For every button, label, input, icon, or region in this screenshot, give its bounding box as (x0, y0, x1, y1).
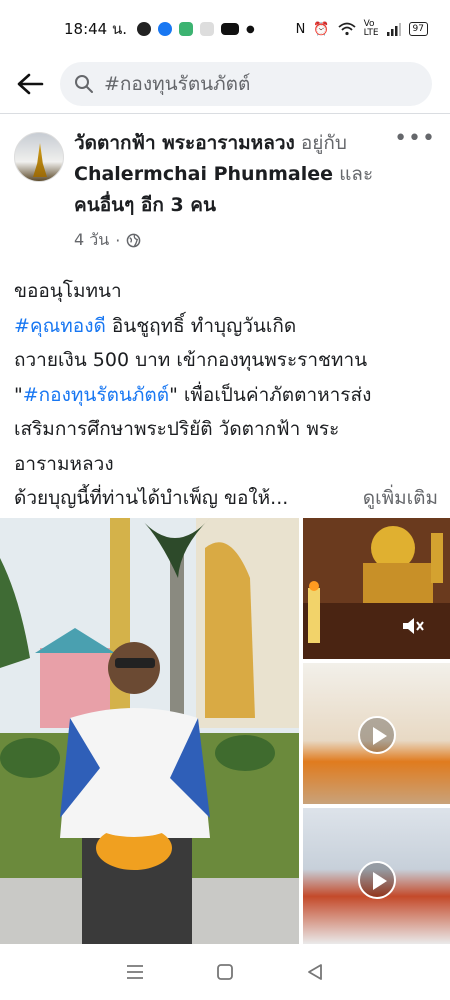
with-text: อยู่กับ (300, 132, 347, 154)
main-photo[interactable] (0, 518, 299, 944)
post-author-line: วัดตากฟ้า พระอารามหลวง อยู่กับ Chalermch… (74, 128, 396, 221)
main-photo-art (0, 518, 299, 944)
wifi-icon (337, 22, 356, 36)
separator-dot: · (115, 231, 121, 250)
signal-icon (386, 22, 401, 36)
home-square-icon (217, 964, 233, 980)
home-button[interactable] (213, 960, 237, 984)
back-arrow-icon (17, 73, 44, 95)
search-query: #กองทุนรัตนภัตต์ (104, 73, 251, 95)
hashtag-link[interactable]: #กองทุนรัตนภัตต์ (23, 384, 169, 406)
line-icon (137, 22, 152, 36)
post-meta: 4 วัน · (74, 228, 141, 253)
play-icon[interactable] (358, 716, 396, 754)
back-button[interactable] (14, 68, 46, 100)
notification-icons: ● (137, 22, 255, 36)
more-options-button[interactable]: ••• (394, 128, 436, 150)
hashtag-link[interactable]: #คุณทองดี (14, 315, 106, 337)
globe-icon (126, 233, 141, 248)
status-bar: 18:44 น. ● N ⏰ Vo LTE 97 (0, 0, 450, 58)
recent-apps-button[interactable] (123, 960, 147, 984)
tiktok-icon (200, 22, 215, 36)
see-more-link[interactable]: ดูเพิ่มเติม (363, 481, 438, 516)
video-thumbnail[interactable] (303, 663, 450, 804)
post-line: #คุณทองดี อินชูฤทธิ์ ทำบุญวันเกิด (14, 309, 438, 344)
video-thumbnail[interactable] (303, 808, 450, 944)
back-nav-button[interactable] (303, 960, 327, 984)
search-input[interactable]: #กองทุนรัตนภัตต์ (60, 62, 432, 106)
battery-icon: 97 (408, 22, 428, 36)
photo-grid (0, 518, 450, 944)
altar-photo[interactable] (303, 518, 450, 659)
post-line: ถวายเงิน 500 บาท เข้ากองทุนพระราชทาน (14, 349, 368, 371)
play-icon[interactable] (358, 861, 396, 899)
post-line: ด้วยบุญนี้ที่ท่านได้บำเพ็ญ ขอให้... ดูเพิ… (14, 481, 438, 516)
status-right: N ⏰ Vo LTE 97 (296, 20, 428, 38)
back-triangle-icon (308, 964, 322, 980)
volte-icon: Vo LTE (363, 19, 379, 38)
post-line: ขออนุโมทนา (14, 280, 122, 302)
nfc-icon: N (295, 21, 306, 37)
alarm-icon: ⏰ (313, 21, 330, 37)
youtube-icon (221, 23, 240, 35)
post-body: ขออนุโมทนา #คุณทองดี อินชูฤทธิ์ ทำบุญวัน… (14, 274, 438, 516)
search-header: #กองทุนรัตนภัตต์ (0, 58, 450, 110)
dot-icon: ● (246, 23, 255, 35)
header-divider (0, 113, 450, 114)
post-line-text: ด้วยบุญนี้ที่ท่านได้บำเพ็ญ ขอให้... (14, 487, 289, 509)
menu-icon (127, 965, 143, 979)
post-line: อารามหลวง (14, 452, 114, 475)
tagged-user[interactable]: Chalermchai Phunmalee (74, 163, 333, 185)
and-text: และ (339, 163, 374, 185)
avatar[interactable] (14, 132, 64, 182)
status-time: 18:44 น. (64, 20, 128, 38)
post-line: เสริมการศึกษาพระปริยัติ วัดตากฟ้า พระ (14, 418, 340, 440)
volume-icon[interactable] (401, 615, 425, 637)
author-name[interactable]: วัดตากฟ้า พระอารามหลวง (74, 132, 295, 154)
search-icon (75, 75, 93, 93)
others-link[interactable]: คนอื่นๆ อีก 3 คน (74, 194, 216, 216)
post-line-text: อินชูฤทธิ์ ทำบุญวันเกิด (105, 314, 297, 337)
post-line-text: " เพื่อเป็นค่าภัตตาหารส่ง (169, 383, 372, 406)
messenger-icon (158, 22, 173, 36)
quote-mark: " (14, 383, 23, 406)
post-time[interactable]: 4 วัน (74, 228, 109, 253)
altar-photo-art (303, 518, 450, 659)
app-icon (179, 22, 194, 36)
post-line: "#กองทุนรัตนภัตต์" เพื่อเป็นค่าภัตตาหารส… (14, 378, 438, 413)
system-nav-bar (0, 944, 450, 1000)
